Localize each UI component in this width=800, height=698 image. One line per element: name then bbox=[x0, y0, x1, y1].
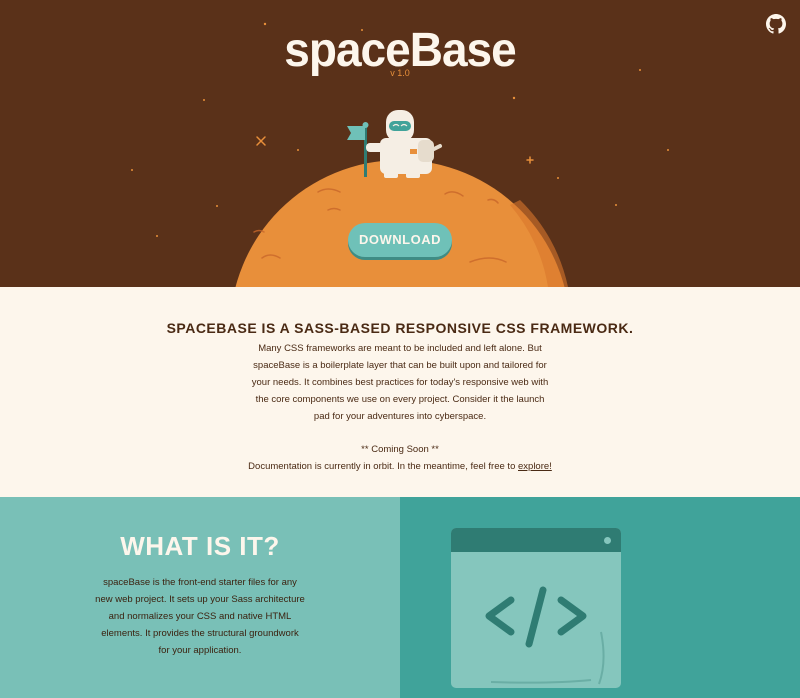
documentation-note: Documentation is currently in orbit. In … bbox=[200, 458, 600, 475]
download-button[interactable]: DOWNLOAD bbox=[348, 223, 452, 257]
window-dot-icon bbox=[604, 537, 611, 544]
window-title-bar bbox=[451, 528, 621, 552]
what-is-it-illustration-panel bbox=[400, 497, 800, 698]
intro-body: Many CSS frameworks are meant to be incl… bbox=[251, 343, 549, 422]
what-is-it-heading: WHAT IS IT? bbox=[120, 531, 280, 561]
version-label: v 1.0 bbox=[390, 68, 410, 78]
explore-link[interactable]: explore! bbox=[518, 461, 552, 472]
code-icon bbox=[485, 586, 605, 685]
intro-section: spaceBase is a Sass-based responsive CSS… bbox=[0, 287, 800, 497]
github-icon[interactable] bbox=[766, 14, 786, 34]
coming-soon-text: ** Coming Soon ** bbox=[361, 444, 439, 455]
what-is-it-body: spaceBase is the front-end starter files… bbox=[95, 577, 305, 656]
hero-section: spaceBase v 1.0 DOWNLOAD bbox=[0, 0, 800, 287]
documentation-text: Documentation is currently in orbit. In … bbox=[248, 461, 518, 472]
what-is-it-section: WHAT IS IT? spaceBase is the front-end s… bbox=[0, 497, 800, 698]
intro-heading: spaceBase is a Sass-based responsive CSS… bbox=[166, 320, 634, 336]
browser-window-illustration bbox=[451, 528, 621, 688]
what-is-it-text-panel: WHAT IS IT? spaceBase is the front-end s… bbox=[0, 497, 400, 698]
